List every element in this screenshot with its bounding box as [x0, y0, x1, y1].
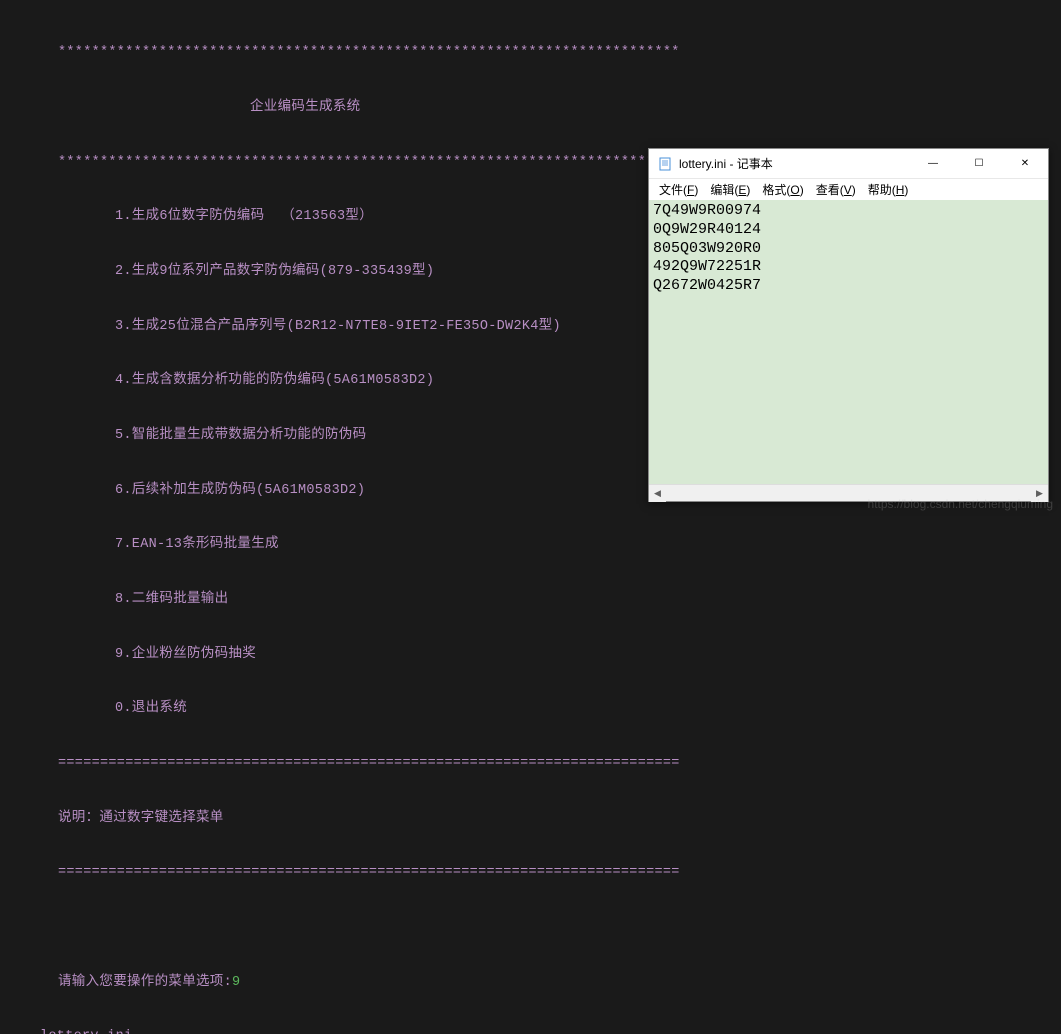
menu-view[interactable]: 查看(V): [810, 179, 862, 200]
close-button[interactable]: ✕: [1002, 149, 1048, 178]
prompt1-label: 请输入您要操作的菜单选项:: [58, 975, 232, 990]
system-title: 企业编码生成系统: [0, 99, 1061, 117]
instruction-text: 说明：通过数字键选择菜单: [0, 810, 1061, 828]
filename-output: lottery.ini: [0, 1028, 1061, 1034]
menu-item-0: 0.退出系统: [0, 700, 1061, 718]
blank-line: [0, 919, 1061, 937]
menu-item-7: 7.EAN-13条形码批量生成: [0, 536, 1061, 554]
notepad-titlebar[interactable]: lottery.ini - 记事本 — ☐ ✕: [649, 149, 1048, 179]
menu-item-8: 8.二维码批量输出: [0, 591, 1061, 609]
prompt-line-1: 请输入您要操作的菜单选项:9: [0, 974, 1061, 992]
menu-edit[interactable]: 编辑(E): [704, 179, 756, 200]
window-buttons: — ☐ ✕: [910, 149, 1048, 178]
menu-format[interactable]: 格式(O): [756, 179, 809, 200]
notepad-window: lottery.ini - 记事本 — ☐ ✕ 文件(F) 编辑(E) 格式(O…: [648, 148, 1049, 502]
file-line-5: Q2672W0425R7: [653, 277, 761, 294]
maximize-button[interactable]: ☐: [956, 149, 1002, 178]
notepad-text-area[interactable]: 7Q49W9R00974 0Q9W29R40124 805Q03W920R0 4…: [649, 200, 1048, 484]
separator-line: ========================================…: [0, 755, 1061, 773]
menu-file[interactable]: 文件(F): [653, 179, 704, 200]
separator-line: ========================================…: [0, 864, 1061, 882]
file-line-3: 805Q03W920R0: [653, 240, 761, 257]
scroll-left-icon[interactable]: ◀: [649, 485, 666, 502]
file-line-1: 7Q49W9R00974: [653, 202, 761, 219]
stars-line: ****************************************…: [0, 44, 1061, 62]
file-line-2: 0Q9W29R40124: [653, 221, 761, 238]
watermark-text: https://blog.csdn.net/chengqiuming: [868, 497, 1053, 511]
notepad-title: lottery.ini - 记事本: [679, 155, 910, 172]
prompt1-input[interactable]: 9: [232, 975, 240, 990]
menu-help[interactable]: 帮助(H): [862, 179, 915, 200]
notepad-icon: [657, 156, 673, 172]
notepad-menubar: 文件(F) 编辑(E) 格式(O) 查看(V) 帮助(H): [649, 179, 1048, 200]
file-line-4: 492Q9W72251R: [653, 258, 761, 275]
menu-item-9: 9.企业粉丝防伪码抽奖: [0, 646, 1061, 664]
minimize-button[interactable]: —: [910, 149, 956, 178]
